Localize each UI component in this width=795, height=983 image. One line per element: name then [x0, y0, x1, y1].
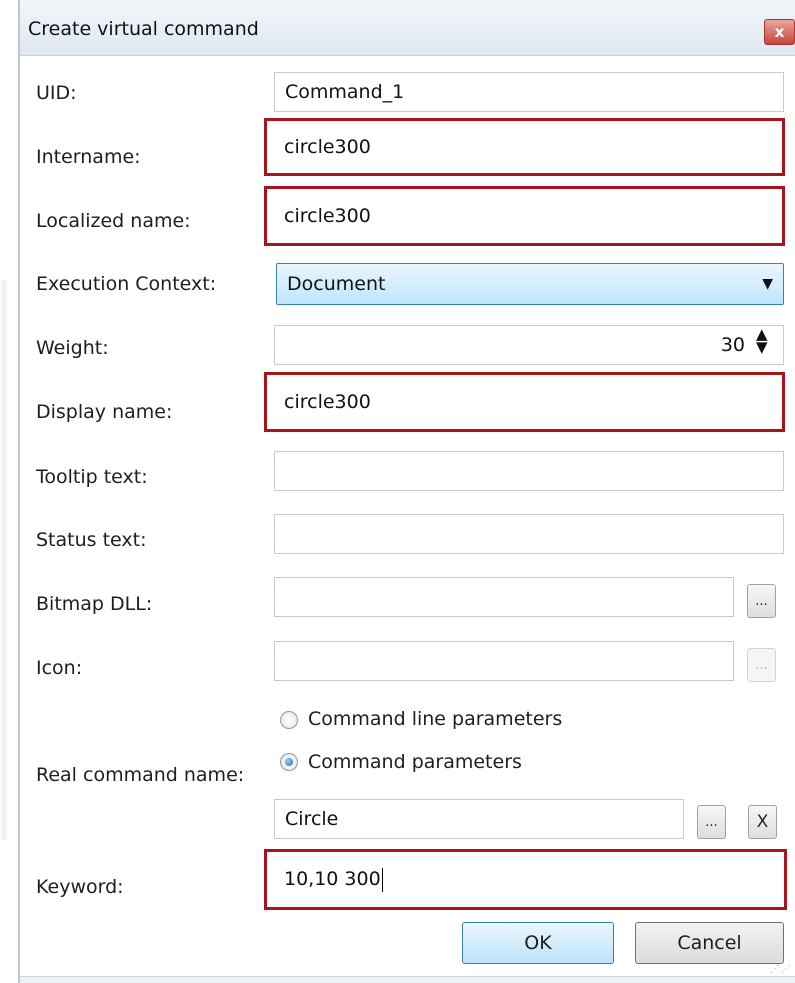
command-line-parameters-radio[interactable] [280, 711, 298, 729]
real-command-name-field[interactable]: Circle [274, 799, 684, 839]
localized-name-label: Localized name: [36, 210, 191, 232]
uid-label: UID: [36, 82, 77, 104]
cancel-button[interactable]: Cancel [635, 922, 784, 964]
display-name-field[interactable]: circle300 [264, 372, 785, 432]
background-shadow [0, 280, 8, 840]
resize-grip-icon[interactable]: ⋰⋰ [770, 964, 792, 975]
command-parameters-label[interactable]: Command parameters [308, 751, 522, 773]
execution-context-label: Execution Context: [36, 273, 217, 295]
keyword-field[interactable]: 10,10 300 [264, 849, 787, 910]
execution-context-value: Document [287, 273, 386, 295]
weight-stepper[interactable]: 30 [274, 325, 784, 365]
tooltip-text-field[interactable] [274, 451, 784, 491]
uid-field[interactable]: Command_1 [274, 72, 784, 112]
bitmap-dll-field[interactable] [274, 577, 734, 617]
bitmap-dll-label: Bitmap DLL: [36, 593, 153, 615]
status-text-field[interactable] [274, 514, 784, 554]
localized-name-field[interactable]: circle300 [264, 186, 785, 246]
icon-field[interactable] [274, 641, 734, 681]
command-line-parameters-label[interactable]: Command line parameters [308, 708, 562, 730]
close-button[interactable]: x [764, 19, 795, 45]
intername-field[interactable]: circle300 [264, 118, 785, 176]
display-name-label: Display name: [36, 401, 173, 423]
weight-label: Weight: [36, 337, 109, 359]
intername-label: Intername: [36, 146, 141, 168]
close-icon: x [774, 23, 785, 41]
keyword-value: 10,10 300 [284, 868, 381, 890]
execution-context-select[interactable]: Document ▼ [276, 263, 784, 305]
text-caret [381, 867, 383, 892]
icon-label: Icon: [36, 657, 83, 679]
icon-browse-button[interactable]: ... [747, 648, 776, 682]
spin-arrows-icon[interactable]: ▲ ▼ [756, 327, 768, 355]
status-text-label: Status text: [36, 529, 147, 551]
dialog-left-border [18, 0, 20, 983]
keyword-label: Keyword: [36, 876, 124, 898]
ok-button[interactable]: OK [462, 922, 614, 964]
real-command-name-label: Real command name: [36, 764, 245, 786]
command-parameters-radio[interactable] [280, 753, 298, 771]
real-command-browse-button[interactable]: ... [697, 805, 726, 839]
real-command-clear-button[interactable]: X [748, 805, 777, 839]
dialog-bottom-edge [20, 976, 795, 983]
dialog-title: Create virtual command [28, 18, 259, 40]
chevron-down-icon: ▼ [762, 276, 773, 292]
bitmap-dll-browse-button[interactable]: ... [747, 584, 776, 618]
tooltip-text-label: Tooltip text: [36, 466, 148, 488]
